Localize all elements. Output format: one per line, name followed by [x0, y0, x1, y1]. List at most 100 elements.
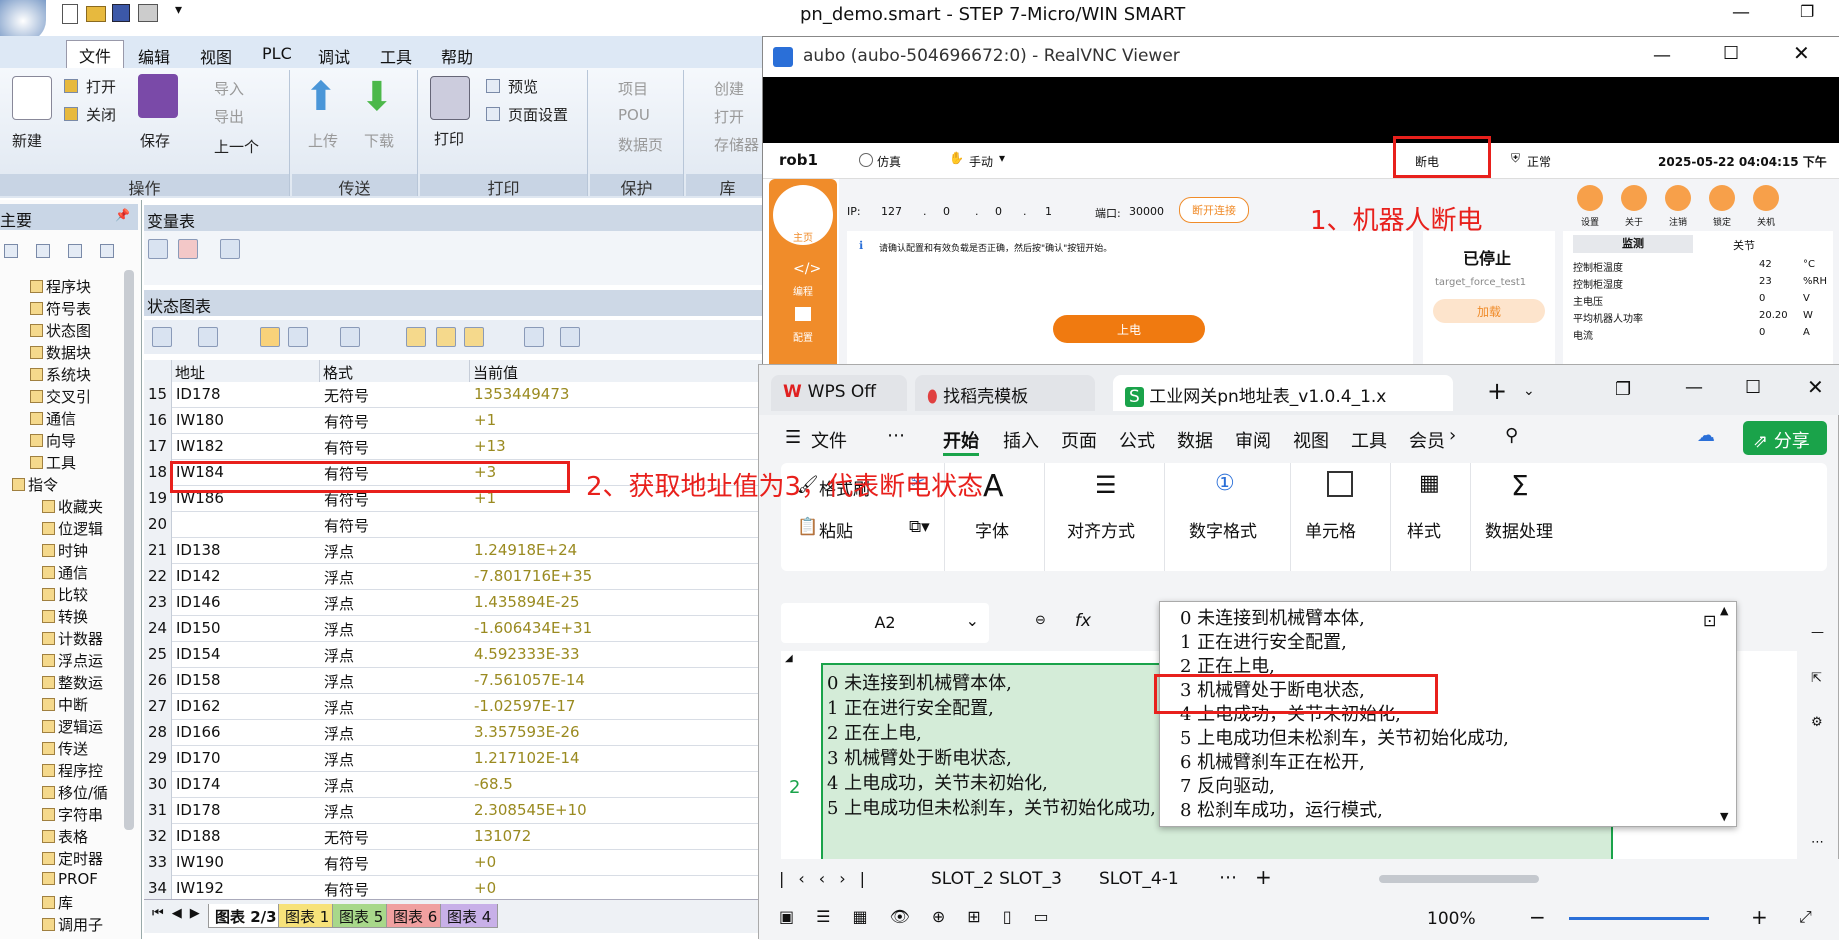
tree-tool-icon[interactable] [36, 244, 50, 258]
lib-open-button[interactable]: 打开 [714, 106, 744, 127]
menu-view[interactable]: 视图 [200, 44, 232, 68]
pause-icon[interactable] [288, 327, 308, 347]
table-row[interactable]: 29 ID170 浮点 1.217102E-14 [144, 746, 764, 772]
data-process-button[interactable]: 数据处理 [1485, 517, 1553, 542]
download-button[interactable]: 下载 [364, 130, 394, 151]
address-cell[interactable]: IW182 [176, 437, 224, 455]
pointer-icon[interactable]: ⇱ [1811, 671, 1822, 686]
cloud-upload-icon[interactable]: ☁ [1697, 425, 1715, 446]
value-cell[interactable]: 1.217102E-14 [474, 749, 580, 767]
fullscreen-icon[interactable]: ⤢ [1799, 907, 1812, 927]
tree-item[interactable]: 转换 [42, 606, 88, 627]
import-button[interactable]: 导入 [214, 78, 244, 99]
menu-tools[interactable]: 工具 [1351, 427, 1387, 453]
table-row[interactable]: 33 IW190 有符号 +0 [144, 850, 764, 876]
download-icon[interactable] [220, 239, 240, 259]
collapse-icon[interactable]: — [1811, 625, 1824, 640]
lock-icon[interactable] [1709, 185, 1735, 211]
menu-file[interactable]: 文件 [66, 40, 125, 69]
format-cell[interactable]: 浮点 [324, 749, 354, 770]
fx-icon[interactable]: fx [1075, 611, 1091, 631]
format-cell[interactable]: 无符号 [324, 827, 369, 848]
address-cell[interactable]: ID166 [176, 723, 221, 741]
menu-file[interactable]: 文件 [811, 427, 847, 453]
tree-item[interactable]: 符号表 [30, 298, 91, 319]
hamburger-icon[interactable]: ☰ [785, 427, 801, 448]
menu-plc[interactable]: PLC [262, 44, 292, 63]
address-cell[interactable]: ID170 [176, 749, 221, 767]
previous-button[interactable]: 上一个 [214, 136, 259, 157]
value-cell[interactable]: 131072 [474, 827, 531, 845]
tree-item[interactable]: 中断 [42, 694, 88, 715]
logout-icon[interactable] [1665, 185, 1691, 211]
address-cell[interactable]: ID142 [176, 567, 221, 585]
close-button[interactable]: 关闭 [86, 104, 116, 125]
write-icon[interactable] [340, 327, 360, 347]
share-button[interactable]: ⇗ 分享 [1743, 421, 1827, 455]
table-row[interactable]: 31 ID178 浮点 2.308545E+10 [144, 798, 764, 824]
format-cell[interactable]: 浮点 [324, 697, 354, 718]
value-cell[interactable]: 3.357593E-26 [474, 723, 580, 741]
menu-member[interactable]: 会员 [1409, 427, 1445, 453]
restore-button[interactable]: ❐ [1800, 2, 1814, 21]
tree-item[interactable]: 浮点运 [42, 650, 103, 671]
table-row[interactable]: 22 ID142 浮点 -7.801716E+35 [144, 564, 764, 590]
chevron-right-icon[interactable]: › [1449, 425, 1456, 446]
value-cell[interactable]: +0 [474, 853, 496, 871]
joint-tab[interactable]: 关节 [1733, 237, 1755, 253]
format-cell[interactable]: 有符号 [324, 411, 369, 432]
popup-scroll-down-icon[interactable]: ▼ [1720, 810, 1728, 823]
new-button[interactable]: 新建 [12, 130, 42, 151]
table-row[interactable]: 32 ID188 无符号 131072 [144, 824, 764, 850]
address-cell[interactable]: IW180 [176, 411, 224, 429]
format-cell[interactable]: 浮点 [324, 801, 354, 822]
monitor-tab[interactable]: 监测 [1573, 235, 1693, 253]
value-cell[interactable]: -1.606434E+31 [474, 619, 592, 637]
tree-tool-icon[interactable] [68, 244, 82, 258]
wps-close-button[interactable]: ✕ [1807, 375, 1824, 399]
protect-pou-button[interactable]: POU [618, 106, 650, 124]
tree-item[interactable]: 整数运 [42, 672, 103, 693]
table-row[interactable]: 27 ID162 浮点 -1.02597E-17 [144, 694, 764, 720]
new-tab-button[interactable]: + [1487, 377, 1507, 405]
delete-icon[interactable] [198, 327, 218, 347]
load-button[interactable]: 加载 [1433, 299, 1545, 323]
tab-chart-5[interactable]: 图表 5 [332, 904, 391, 928]
monitor-icon[interactable] [260, 327, 280, 347]
lib-storage-button[interactable]: 存储器 [714, 134, 759, 155]
config-icon[interactable] [795, 307, 811, 321]
tree-item[interactable]: 表格 [42, 826, 88, 847]
tree-item[interactable]: 计数器 [42, 628, 103, 649]
wps-minimize-button[interactable]: — [1685, 377, 1703, 398]
tab-chart-6[interactable]: 图表 6 [386, 904, 445, 928]
address-cell[interactable]: IW190 [176, 853, 224, 871]
zoom-out-icon[interactable]: − [1529, 905, 1546, 929]
address-cell[interactable]: ID154 [176, 645, 221, 663]
more-icon[interactable]: ⋯ [887, 425, 905, 446]
tree-item[interactable]: 程序控 [42, 760, 103, 781]
tree-item[interactable]: 时钟 [42, 540, 88, 561]
format-cell[interactable]: 浮点 [324, 593, 354, 614]
address-cell[interactable]: ID178 [176, 801, 221, 819]
export-button[interactable]: 导出 [214, 106, 244, 127]
table-row[interactable]: 17 IW182 有符号 +13 [144, 434, 764, 460]
expand-formula-icon[interactable]: ⊡ [1703, 611, 1716, 630]
value-cell[interactable]: -7.801716E+35 [474, 567, 592, 585]
table-row[interactable]: 25 ID154 浮点 4.592333E-33 [144, 642, 764, 668]
table-row[interactable]: 28 ID166 浮点 3.357593E-26 [144, 720, 764, 746]
address-cell[interactable]: ID178 [176, 385, 221, 403]
tab-list-icon[interactable]: ⌄ [1523, 383, 1535, 399]
format-cell[interactable]: 浮点 [324, 567, 354, 588]
table-row[interactable]: 21 ID138 浮点 1.24918E+24 [144, 538, 764, 564]
tree-item[interactable]: 调用子 [42, 914, 103, 935]
add-icon[interactable] [152, 327, 172, 347]
save-icon[interactable] [112, 4, 130, 22]
pin-icon[interactable]: 📌 [115, 208, 130, 222]
format-cell[interactable]: 浮点 [324, 723, 354, 744]
tree-item[interactable]: 传送 [42, 738, 88, 759]
new-icon[interactable] [62, 4, 78, 24]
tree-scrollbar[interactable] [124, 270, 134, 830]
address-cell[interactable]: ID150 [176, 619, 221, 637]
protect-datapage-button[interactable]: 数据页 [618, 134, 663, 155]
format-cell[interactable]: 有符号 [324, 853, 369, 874]
